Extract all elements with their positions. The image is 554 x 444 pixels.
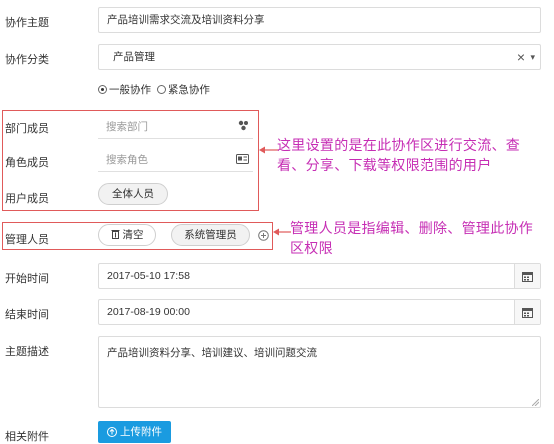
- managers-annotation: 管理人员是指编辑、删除、管理此协作 区权限: [290, 221, 534, 257]
- dept-search-placeholder: 搜索部门: [106, 121, 148, 133]
- radio-icon: [156, 85, 166, 94]
- members-arrow: [259, 146, 279, 154]
- members-annotation: 这里设置的是在此协作区进行交流、查 看、分享、下载等权限范围的用户: [277, 138, 521, 174]
- start-time-label: 开始时间: [5, 273, 49, 285]
- radio-checked-icon: [98, 85, 107, 94]
- subject-label: 协作主题: [5, 17, 49, 29]
- description-textarea[interactable]: 产品培训资料分享、培训建议、培训问题交流: [98, 336, 541, 408]
- resize-handle-icon[interactable]: [532, 399, 539, 406]
- end-time-input[interactable]: 2017-08-19 00:00: [98, 299, 541, 325]
- subject-input[interactable]: 产品培训需求交流及培训资料分享: [98, 7, 541, 33]
- category-select[interactable]: 产品管理 × ▾: [98, 44, 541, 70]
- priority-normal-radio[interactable]: 一般协作: [98, 84, 151, 96]
- clear-icon[interactable]: ×: [517, 45, 525, 69]
- managers-arrow: [273, 228, 291, 236]
- clear-managers-button[interactable]: 清空: [98, 224, 156, 246]
- chevron-down-icon[interactable]: ▾: [530, 45, 535, 69]
- end-time-label: 结束时间: [5, 309, 49, 321]
- managers-label: 管理人员: [5, 234, 49, 246]
- dept-members-search[interactable]: 搜索部门: [98, 113, 253, 139]
- upload-attachment-button[interactable]: 上传附件: [98, 421, 171, 443]
- role-members-label: 角色成员: [5, 157, 49, 169]
- user-members-label: 用户成员: [5, 193, 49, 205]
- trash-icon: [111, 230, 120, 239]
- description-label: 主题描述: [5, 346, 49, 358]
- attachments-label: 相关附件: [5, 431, 49, 443]
- start-time-input[interactable]: 2017-05-10 17:58: [98, 263, 541, 289]
- category-value: 产品管理: [113, 51, 155, 63]
- all-users-tag[interactable]: 全体人员: [98, 183, 168, 205]
- priority-radio-group: 一般协作 紧急协作: [98, 82, 210, 97]
- dept-members-label: 部门成员: [5, 123, 49, 135]
- start-calendar-button[interactable]: [514, 264, 540, 288]
- role-members-search[interactable]: 搜索角色: [98, 146, 253, 172]
- system-admin-tag[interactable]: 系统管理员: [171, 224, 250, 246]
- calendar-icon: [522, 307, 533, 318]
- end-calendar-button[interactable]: [514, 300, 540, 324]
- category-label: 协作分类: [5, 54, 49, 66]
- upload-icon: [107, 427, 117, 437]
- calendar-icon: [522, 271, 533, 282]
- id-card-icon[interactable]: [236, 154, 249, 164]
- add-circle-icon[interactable]: [258, 230, 269, 241]
- org-tree-icon[interactable]: [237, 120, 249, 131]
- priority-urgent-radio[interactable]: 紧急协作: [156, 84, 210, 96]
- role-search-placeholder: 搜索角色: [106, 154, 148, 166]
